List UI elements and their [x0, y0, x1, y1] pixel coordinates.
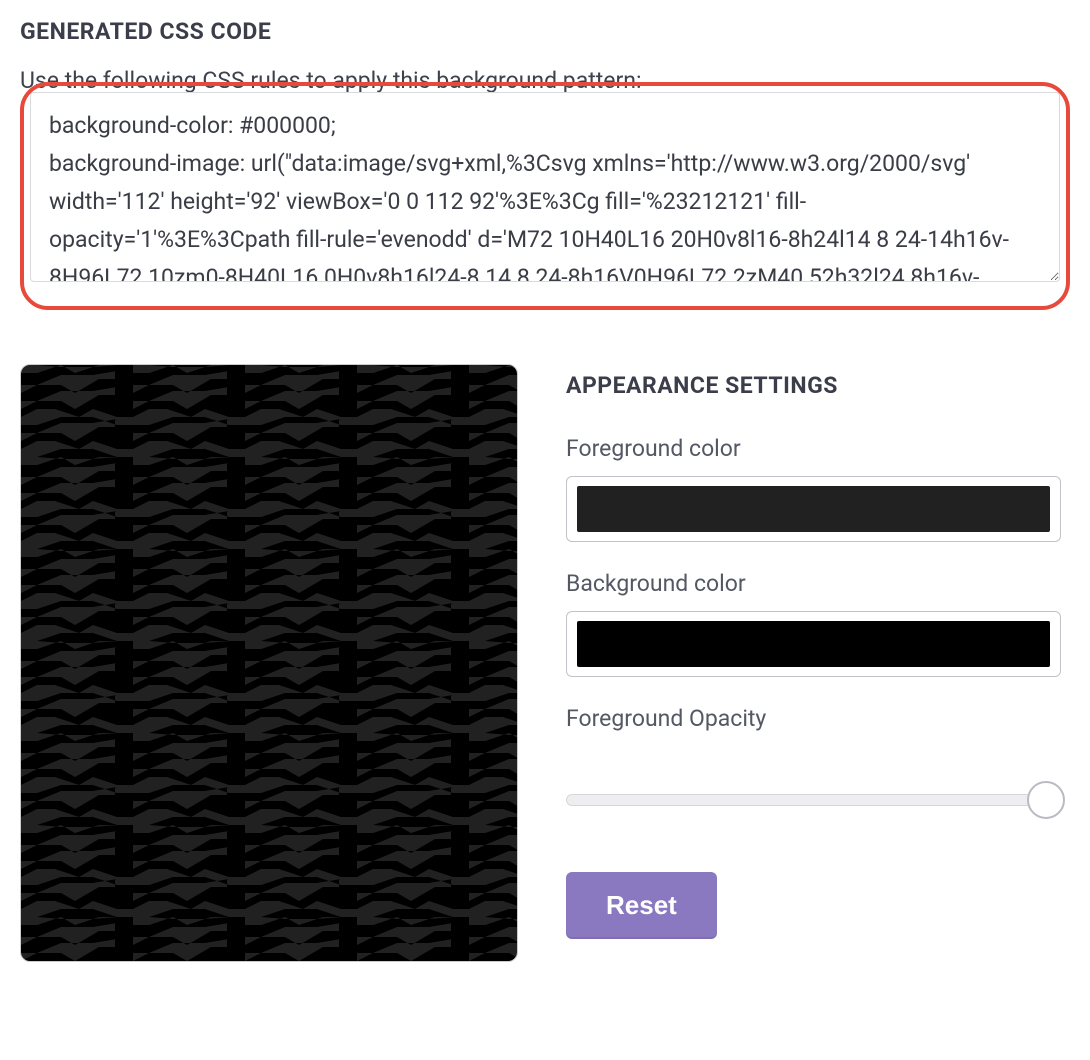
foreground-opacity-label: Foreground Opacity [566, 705, 1070, 732]
background-color-frame [566, 611, 1061, 677]
css-output-textarea[interactable] [30, 92, 1060, 282]
foreground-color-frame [566, 476, 1061, 542]
opacity-slider-thumb[interactable] [1027, 781, 1065, 819]
opacity-slider-track [566, 794, 1061, 806]
foreground-color-swatch[interactable] [577, 486, 1050, 532]
background-color-label: Background color [566, 570, 1070, 597]
background-color-swatch[interactable] [577, 621, 1050, 667]
css-output-highlight [20, 82, 1070, 310]
reset-button[interactable]: Reset [566, 872, 717, 939]
generated-css-title: GENERATED CSS CODE [20, 18, 1070, 45]
opacity-slider[interactable] [566, 780, 1061, 820]
appearance-settings-title: APPEARANCE SETTINGS [566, 372, 1070, 399]
pattern-preview [20, 364, 518, 962]
foreground-color-label: Foreground color [566, 435, 1070, 462]
